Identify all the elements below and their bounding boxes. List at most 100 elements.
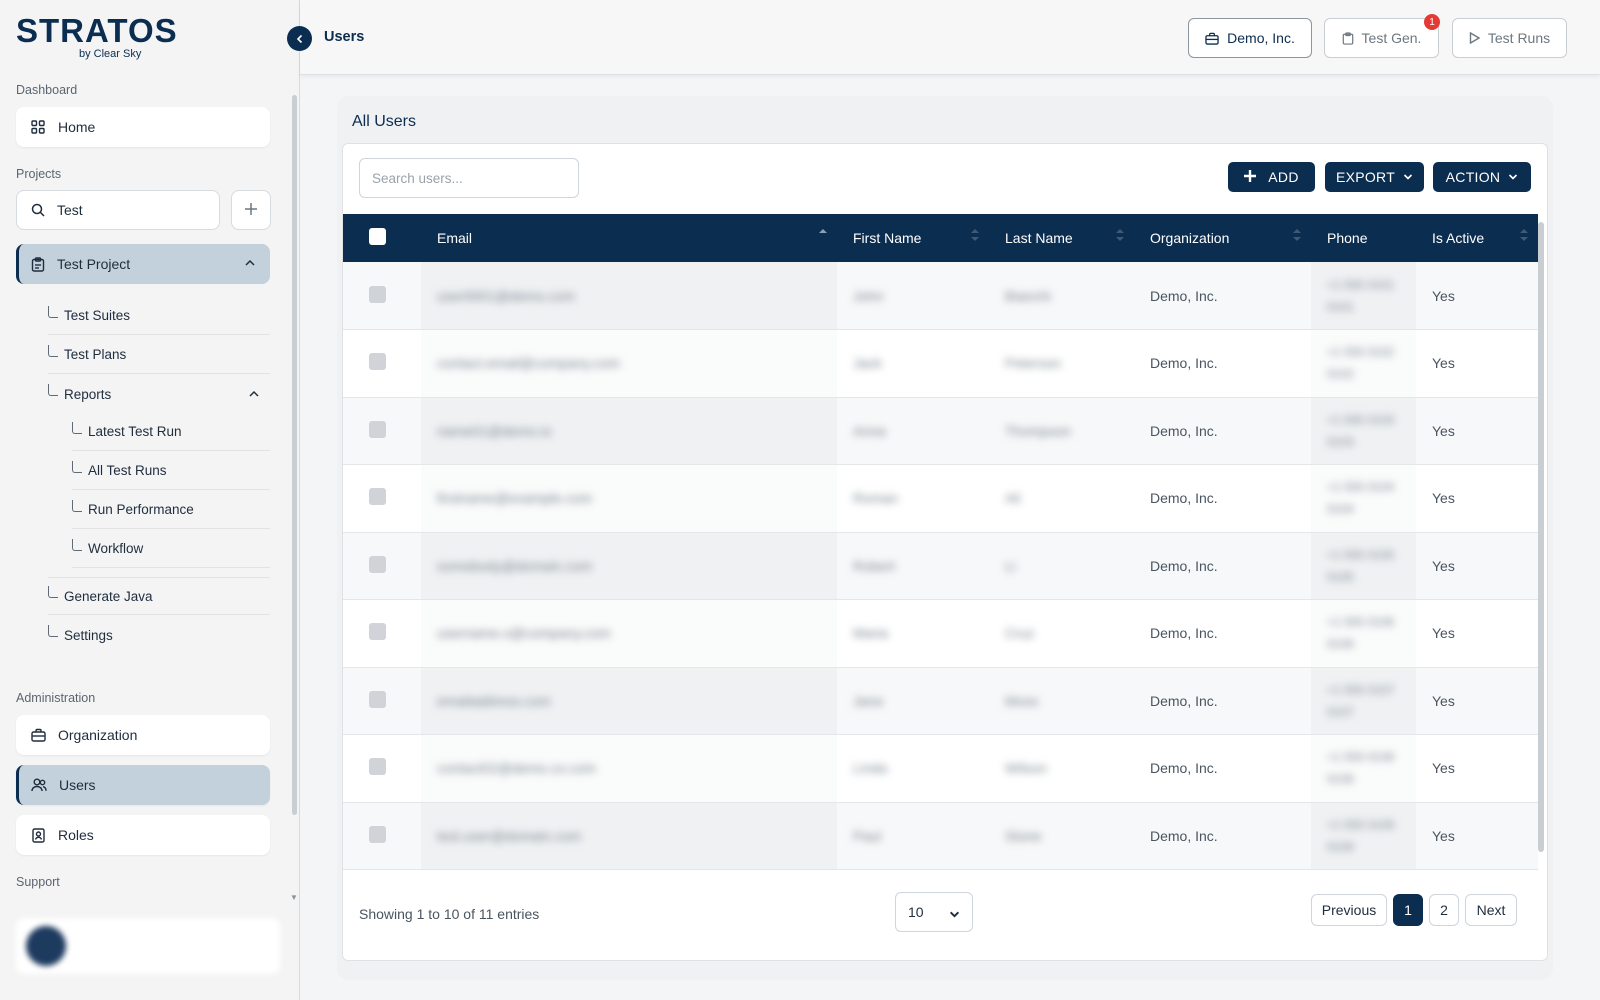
table-row[interactable]: somebody@domain.com Robert Li Demo, Inc. +1 … bbox=[343, 532, 1538, 600]
first-name-value: Linda bbox=[853, 760, 888, 777]
row-select-cell[interactable] bbox=[343, 802, 421, 870]
last-name-cell: Ali bbox=[989, 464, 1134, 533]
table-row[interactable]: emailaddress.com Jane Moss Demo, Inc. +1 555… bbox=[343, 667, 1538, 735]
row-select-cell[interactable] bbox=[343, 464, 421, 533]
table-row[interactable]: contact02@demo.co.com Linda Wilson Demo, In… bbox=[343, 734, 1538, 803]
row-checkbox[interactable] bbox=[369, 555, 386, 573]
table-row[interactable]: contact.email@company.com Jack Peterson Dem… bbox=[343, 329, 1538, 398]
brand-logo[interactable]: STRATOS by Clear Sky bbox=[16, 12, 178, 64]
row-select-cell[interactable] bbox=[343, 667, 421, 735]
project-search-input[interactable]: Test bbox=[16, 190, 220, 230]
page-size-select[interactable]: 10 bbox=[895, 892, 973, 932]
column-header-last-name[interactable]: Last Name bbox=[989, 214, 1134, 262]
brand-name: STRATOS bbox=[16, 12, 178, 49]
test-gen-button[interactable]: Test Gen. 1 bbox=[1324, 14, 1440, 58]
test-gen-label: Test Gen. bbox=[1361, 30, 1422, 46]
organization-cell: Demo, Inc. bbox=[1134, 599, 1311, 668]
test-runs-button[interactable]: Test Runs bbox=[1452, 18, 1567, 58]
add-project-button[interactable] bbox=[231, 190, 271, 230]
column-header-first-name[interactable]: First Name bbox=[837, 214, 989, 262]
add-user-button[interactable]: ADD bbox=[1228, 162, 1315, 192]
export-label: EXPORT bbox=[1335, 169, 1396, 185]
is-active-value: Yes bbox=[1432, 557, 1455, 574]
organization-value: Demo, Inc. bbox=[1150, 557, 1218, 574]
tree-item-settings[interactable]: Settings bbox=[48, 616, 270, 654]
user-profile-card[interactable]: ​ bbox=[16, 918, 280, 974]
first-name-value: Paul bbox=[853, 827, 882, 844]
is-active-cell: Yes bbox=[1416, 532, 1538, 600]
sidebar-item-roles[interactable]: Roles bbox=[16, 815, 270, 855]
scroll-down-arrow-icon[interactable]: ▼ bbox=[290, 893, 298, 902]
first-name-value: Roman bbox=[853, 490, 899, 507]
table-row[interactable]: test.user@domain.com Paul Stone Demo, Inc. +… bbox=[343, 802, 1538, 870]
table-row[interactable]: name01@demo.io Anna Thompson Demo, Inc. +1 5… bbox=[343, 397, 1538, 465]
phone-value-line2: 0103 bbox=[1327, 434, 1354, 449]
chevron-up-icon[interactable] bbox=[248, 388, 260, 403]
row-checkbox[interactable] bbox=[369, 690, 386, 708]
tree-item-reports[interactable]: Reports bbox=[48, 375, 270, 413]
select-all-checkbox[interactable] bbox=[369, 228, 386, 245]
tree-item-all-test-runs[interactable]: All Test Runs bbox=[72, 452, 270, 490]
row-checkbox[interactable] bbox=[369, 353, 386, 371]
test-runs-label: Test Runs bbox=[1487, 30, 1551, 46]
page-2-button[interactable]: 2 bbox=[1429, 894, 1459, 926]
table-row[interactable]: user0001@demo.com John Bianchi Demo, Inc. +1… bbox=[343, 262, 1538, 330]
organization-value: Demo, Inc. bbox=[1150, 355, 1218, 372]
table-scrollbar[interactable] bbox=[1538, 222, 1544, 852]
row-select-cell[interactable] bbox=[343, 329, 421, 398]
row-checkbox[interactable] bbox=[369, 758, 386, 776]
phone-value: +1 555 0106 bbox=[1327, 615, 1395, 630]
next-page-button[interactable]: Next bbox=[1465, 894, 1517, 926]
sidebar-item-users[interactable]: Users bbox=[16, 765, 270, 805]
row-checkbox[interactable] bbox=[369, 420, 386, 438]
tree-item-run-performance[interactable]: Run Performance bbox=[72, 491, 270, 529]
column-header-organization[interactable]: Organization bbox=[1134, 214, 1311, 262]
phone-value-line2: 0108 bbox=[1327, 772, 1354, 787]
previous-page-button[interactable]: Previous bbox=[1311, 894, 1387, 926]
tree-item-workflow[interactable]: Workflow bbox=[72, 530, 270, 568]
tree-item-label: Workflow bbox=[88, 541, 144, 556]
row-select-cell[interactable] bbox=[343, 262, 421, 330]
row-checkbox[interactable] bbox=[369, 623, 386, 641]
row-select-cell[interactable] bbox=[343, 734, 421, 803]
phone-cell: +1 555 0107 0107 bbox=[1311, 667, 1416, 735]
row-checkbox[interactable] bbox=[369, 488, 386, 506]
sort-icon bbox=[819, 229, 827, 239]
organization-switch-button[interactable]: Demo, Inc. bbox=[1188, 18, 1312, 58]
column-header-is-active[interactable]: Is Active bbox=[1416, 214, 1538, 262]
tree-item-generate-java[interactable]: Generate Java bbox=[48, 577, 270, 615]
chevron-up-icon[interactable] bbox=[244, 256, 256, 272]
collapse-sidebar-button[interactable] bbox=[287, 26, 312, 51]
table-row[interactable]: firstname@example.com Roman Ali Demo, Inc. +… bbox=[343, 464, 1538, 533]
first-name-cell: John bbox=[837, 262, 989, 330]
row-checkbox[interactable] bbox=[369, 285, 386, 303]
organization-cell: Demo, Inc. bbox=[1134, 802, 1311, 870]
organization-cell: Demo, Inc. bbox=[1134, 532, 1311, 600]
chevron-down-icon bbox=[949, 907, 960, 923]
tree-item-latest-test-run[interactable]: Latest Test Run bbox=[72, 413, 270, 451]
page-1-button[interactable]: 1 bbox=[1393, 894, 1423, 926]
chevron-down-icon bbox=[1508, 172, 1518, 182]
phone-value: +1 555 0107 bbox=[1327, 682, 1395, 697]
clipboard-icon bbox=[1342, 31, 1354, 45]
project-item-test-project[interactable]: Test Project bbox=[16, 244, 270, 284]
sidebar-item-organization[interactable]: Organization bbox=[16, 715, 270, 755]
column-header-phone[interactable]: Phone bbox=[1311, 214, 1416, 262]
export-button[interactable]: EXPORT bbox=[1325, 162, 1424, 192]
row-select-cell[interactable] bbox=[343, 599, 421, 668]
sidebar-scrollbar[interactable] bbox=[292, 95, 297, 815]
action-button[interactable]: ACTION bbox=[1433, 162, 1531, 192]
tree-item-test-plans[interactable]: Test Plans bbox=[48, 336, 270, 374]
row-select-cell[interactable] bbox=[343, 397, 421, 465]
row-select-cell[interactable] bbox=[343, 532, 421, 600]
tree-item-test-suites[interactable]: Test Suites bbox=[48, 297, 270, 335]
is-active-cell: Yes bbox=[1416, 599, 1538, 668]
table-row[interactable]: username.x@company.com Maria Cruz Demo, Inc… bbox=[343, 599, 1538, 668]
select-all-header[interactable] bbox=[343, 214, 421, 262]
chevron-down-icon bbox=[1403, 172, 1413, 182]
row-checkbox[interactable] bbox=[369, 825, 386, 843]
sidebar-item-home[interactable]: Home bbox=[16, 107, 270, 147]
column-header-email[interactable]: Email bbox=[421, 214, 837, 262]
search-users-input[interactable] bbox=[359, 158, 579, 198]
is-active-cell: Yes bbox=[1416, 262, 1538, 330]
